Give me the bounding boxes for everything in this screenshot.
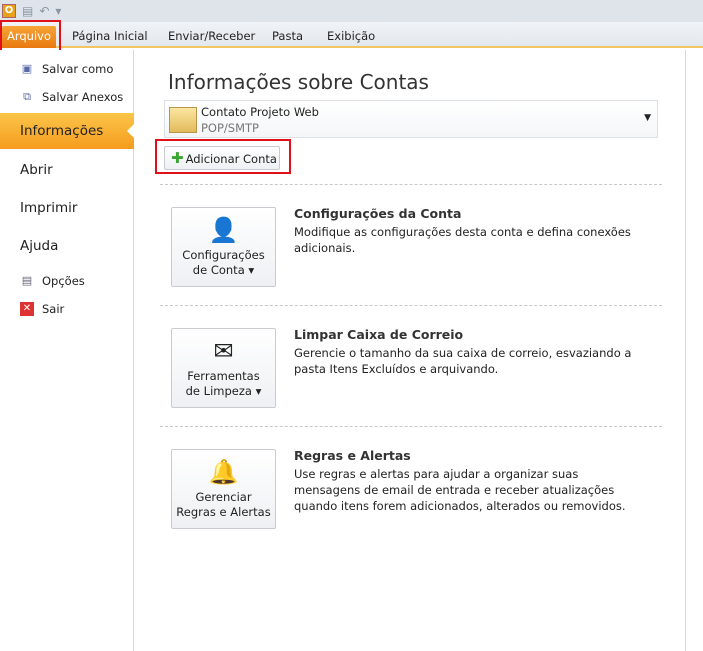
label: Informações (20, 123, 104, 139)
label: Regras e Alertas (176, 505, 271, 519)
label: Gerenciar (195, 490, 252, 504)
account-type: POP/SMTP (201, 121, 259, 135)
label: Ferramentas (187, 369, 260, 383)
section-title: Regras e Alertas (294, 448, 411, 463)
save-as-icon: ▣ (21, 62, 33, 75)
label: Abrir (20, 162, 53, 178)
account-settings-icon: 👤 (208, 216, 239, 244)
account-settings-button[interactable]: 👤 Configurações de Conta ▾ (171, 207, 276, 287)
tab-pagina-inicial[interactable]: Página Inicial (72, 26, 148, 48)
rules-alerts-icon: 🔔 (208, 458, 239, 486)
sidebar-item-abrir[interactable]: Abrir (0, 160, 134, 180)
section-description: Gerencie o tamanho da sua caixa de corre… (294, 346, 632, 376)
sidebar-item-informacoes[interactable]: Informações (0, 113, 135, 149)
label: de Limpeza (185, 384, 252, 398)
sidebar-item-salvar-como[interactable]: ▣ Salvar como (0, 60, 134, 78)
outlook-logo-icon: O (2, 4, 16, 18)
highlight-arquivo (0, 20, 61, 53)
cleanup-tools-icon: ✉ (213, 337, 234, 365)
divider (160, 184, 662, 185)
label: Imprimir (20, 200, 78, 216)
cleanup-tools-button[interactable]: ✉ Ferramentas de Limpeza ▾ (171, 328, 276, 408)
save-icon[interactable]: ▤ (22, 4, 33, 18)
ribbon-tabs: Arquivo Página Inicial Enviar/Receber Pa… (0, 22, 703, 48)
page-title: Informações sobre Contas (168, 70, 429, 94)
undo-icon[interactable]: ↶ (39, 4, 49, 18)
sidebar: ▣ Salvar como ⧉ Salvar Anexos Informações … (0, 50, 135, 651)
account-name: Contato Projeto Web (201, 105, 319, 119)
options-icon: ▤ (21, 274, 33, 287)
label: de Conta (192, 263, 245, 277)
section-title: Configurações da Conta (294, 206, 462, 221)
divider (160, 305, 662, 306)
section-description: Modifique as configurações desta conta e… (294, 225, 631, 255)
section-title: Limpar Caixa de Correio (294, 327, 464, 342)
sidebar-item-imprimir[interactable]: Imprimir (0, 198, 134, 218)
sidebar-item-salvar-anexos[interactable]: ⧉ Salvar Anexos (0, 88, 134, 106)
sidebar-item-sair[interactable]: ✕ Sair (0, 300, 134, 318)
label: Salvar Anexos (42, 90, 124, 104)
sidebar-item-ajuda[interactable]: Ajuda (0, 236, 134, 256)
account-selector[interactable]: Contato Projeto Web POP/SMTP ▼ (164, 100, 658, 138)
customize-toolbar-icon[interactable]: ▾ (55, 4, 61, 18)
account-folder-icon (169, 107, 197, 133)
dropdown-arrow-icon: ▼ (644, 113, 651, 123)
divider (160, 426, 662, 427)
highlight-add-account (155, 139, 291, 174)
label: Ajuda (20, 238, 59, 254)
section-description: Use regras e alertas para ajudar a organ… (294, 467, 626, 513)
exit-icon: ✕ (20, 302, 34, 316)
label: Configurações (182, 248, 265, 262)
quick-access-toolbar: O ▤ ↶ ▾ (0, 0, 703, 22)
manage-rules-button[interactable]: 🔔 Gerenciar Regras e Alertas (171, 449, 276, 529)
tab-exibicao[interactable]: Exibição (327, 26, 375, 48)
label: Sair (42, 302, 65, 316)
label: Salvar como (42, 62, 114, 76)
attachments-icon: ⧉ (23, 90, 31, 103)
tab-enviar-receber[interactable]: Enviar/Receber (168, 26, 255, 48)
tab-pasta[interactable]: Pasta (272, 26, 303, 48)
label: Opções (42, 274, 85, 288)
sidebar-item-opcoes[interactable]: ▤ Opções (0, 272, 134, 290)
